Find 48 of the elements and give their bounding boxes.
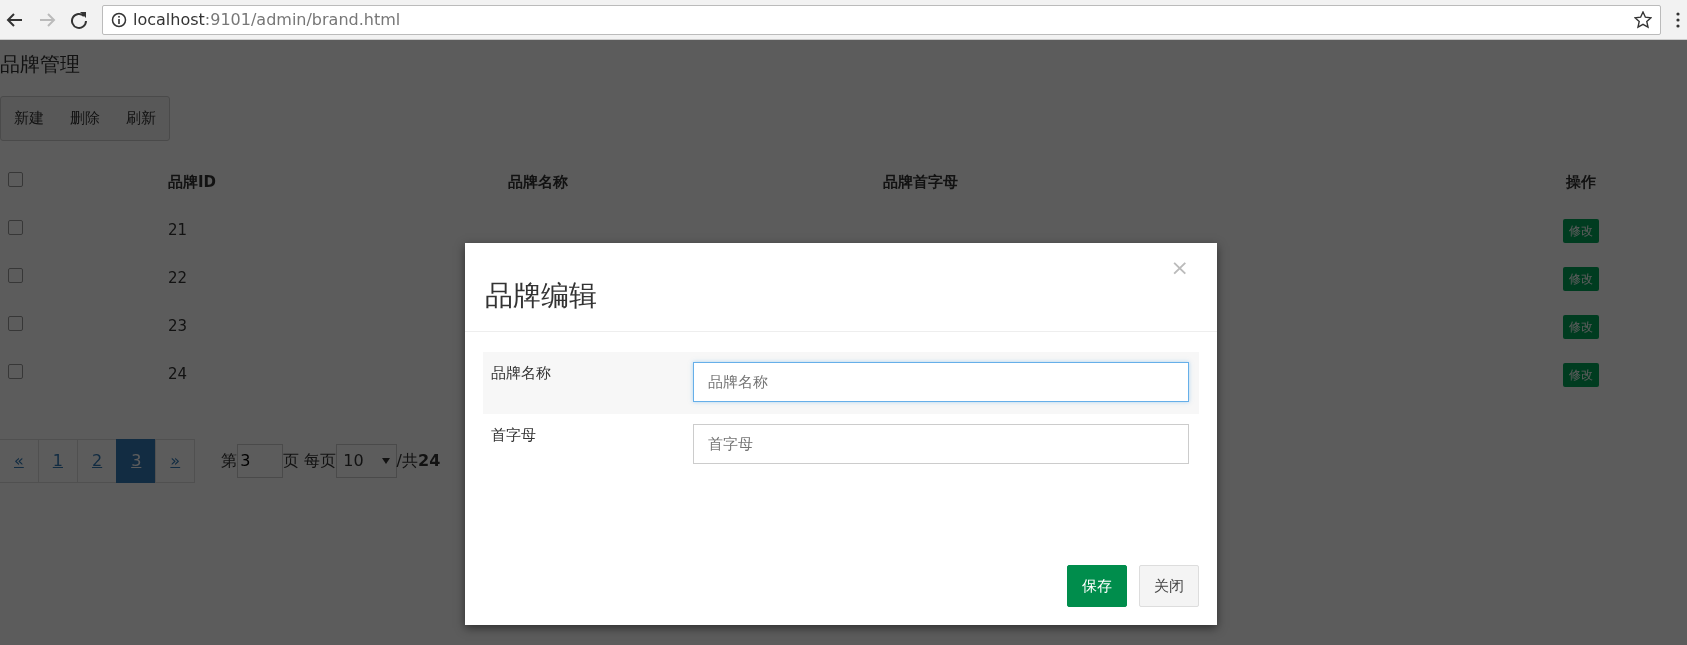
close-button[interactable]: × — [1166, 257, 1193, 279]
table-cell: 21 — [168, 221, 188, 240]
star-icon[interactable] — [1634, 10, 1652, 29]
toolbar-button[interactable]: 删除 — [57, 97, 113, 140]
table-cell: 22 — [168, 269, 188, 288]
back-icon[interactable] — [6, 10, 24, 29]
column-header: 品牌名称 — [508, 173, 568, 192]
page-number-field[interactable]: 3 — [237, 443, 284, 478]
page-label: 第 — [221, 449, 238, 472]
select-all-checkbox[interactable] — [8, 172, 23, 188]
close-button[interactable]: 关闭 — [1139, 564, 1199, 607]
field-label: 品牌名称 — [490, 362, 552, 384]
column-header: 操作 — [1566, 173, 1596, 192]
page-link[interactable]: 1 — [37, 438, 78, 483]
menu-icon[interactable] — [1675, 10, 1681, 29]
row-checkbox[interactable] — [8, 364, 23, 380]
caret-icon — [381, 457, 390, 464]
page-size-select[interactable]: 10 — [336, 443, 397, 478]
column-header: 品牌首字母 — [883, 173, 958, 192]
page-title: 品牌管理 — [0, 51, 81, 76]
table-cell: 24 — [168, 365, 188, 384]
column-header: 品牌ID — [168, 173, 217, 192]
page-link[interactable]: 3 — [116, 438, 157, 483]
input-field[interactable]: 首字母 — [693, 423, 1189, 464]
reload-icon[interactable] — [70, 10, 88, 29]
page-link[interactable]: 2 — [77, 438, 118, 483]
address-bar[interactable]: localhost:9101/admin/brand.html — [102, 4, 1661, 35]
field-label: 首字母 — [490, 424, 537, 446]
input-field[interactable]: 品牌名称 — [693, 361, 1189, 402]
forward-icon[interactable] — [38, 10, 56, 29]
url-text: localhost:9101/admin/brand.html — [133, 8, 401, 31]
edit-button[interactable]: 修改 — [1563, 362, 1599, 387]
edit-button[interactable]: 修改 — [1563, 218, 1599, 243]
row-checkbox[interactable] — [8, 268, 23, 284]
per-page-label: 页 每页 — [283, 449, 337, 472]
total-count: /共24 — [396, 449, 441, 472]
toolbar-button[interactable]: 新建 — [1, 97, 57, 140]
toolbar-button[interactable]: 刷新 — [113, 97, 169, 140]
edit-button[interactable]: 修改 — [1563, 314, 1599, 339]
row-checkbox[interactable] — [8, 316, 23, 332]
row-checkbox[interactable] — [8, 220, 23, 236]
table-cell: 23 — [168, 317, 188, 336]
next-page-link[interactable]: » — [155, 438, 196, 483]
info-icon — [111, 11, 127, 28]
save-button[interactable]: 保存 — [1067, 564, 1127, 607]
modal-title: 品牌编辑 — [485, 279, 598, 313]
edit-button[interactable]: 修改 — [1563, 266, 1599, 291]
previous-page-link[interactable]: « — [0, 438, 39, 483]
